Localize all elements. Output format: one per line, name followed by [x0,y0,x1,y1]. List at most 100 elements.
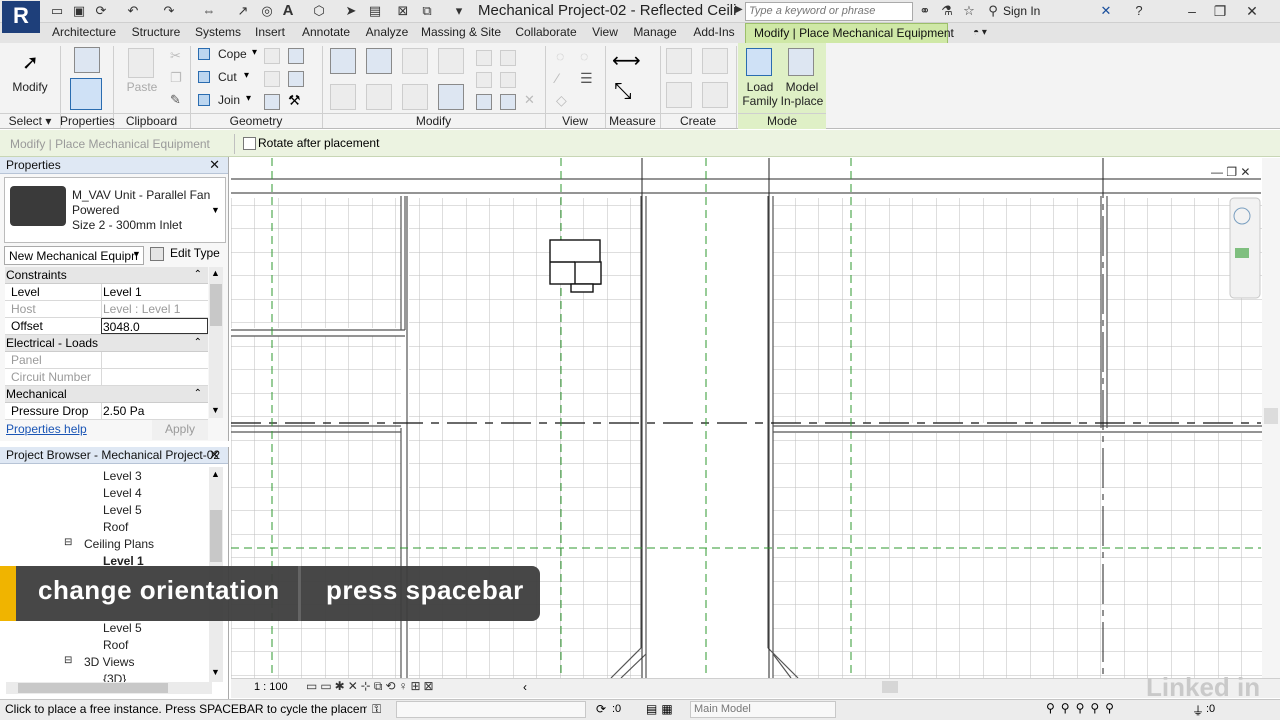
dropdown-icon[interactable]: ▾ [246,93,251,104]
subscription-icon[interactable]: ⚗ [938,2,956,20]
scroll-left-icon[interactable]: ‹ [523,680,527,694]
dimension-icon[interactable]: ↗ [234,2,252,20]
thin-lines-icon[interactable]: ▤ [366,2,384,20]
join-icon[interactable] [198,94,210,106]
editing-requests-icon[interactable]: ⟳ [596,702,606,716]
model-inplace-button[interactable]: Model In-place [780,80,824,108]
measure-icon[interactable]: ⇔ [200,2,218,20]
close-icon[interactable]: ✕ [209,157,220,173]
tab-analyze[interactable]: Analyze [362,23,412,43]
type-properties-icon[interactable] [74,47,100,73]
electrical-loads-group[interactable]: Electrical - Loads ⌃ [5,335,208,352]
dropdown-icon[interactable]: ▾ [252,47,257,58]
section-icon[interactable]: ➤ [342,2,360,20]
scroll-down-icon[interactable]: ▼ [211,405,220,415]
tag-icon[interactable]: ◎ [258,2,276,20]
tree-item[interactable]: Roof [103,520,128,534]
pressure-drop-row[interactable]: Pressure Drop 2.50 Pa [5,403,208,420]
aligned-dimension-icon[interactable]: ⤡ [614,78,632,104]
exchange-apps-icon[interactable]: ✕ [1097,2,1115,20]
design-options-icons[interactable]: ▤▦ [646,702,677,716]
property-value[interactable]: Level 1 [101,284,208,300]
customize-qat-icon[interactable]: ▾ [450,2,468,20]
zoom-icon[interactable] [1235,248,1249,258]
load-family-icon[interactable] [746,48,772,76]
filter-list-icon[interactable]: ☰ [580,70,593,87]
undo-icon[interactable]: ↶ [124,2,142,20]
properties-palette-icon[interactable] [70,78,102,110]
favorites-star-icon[interactable]: ☆ [960,2,978,20]
filter-icon[interactable]: ⏚ [1192,702,1204,719]
redo-icon[interactable]: ↷ [160,2,178,20]
edit-type-icon[interactable] [150,247,164,261]
tree-item-3d-views[interactable]: 3D Views [84,655,134,669]
modify-cursor-icon[interactable]: ➚ [22,50,39,75]
switch-windows-icon[interactable]: ⧉ [418,2,436,20]
text-icon[interactable]: A [279,2,297,20]
edit-type-button[interactable]: Edit Type [170,246,220,260]
collapse-tree-icon[interactable]: ⊟ [64,537,72,548]
application-menu-button[interactable]: R [2,1,40,33]
collapse-icon[interactable]: ⌃ [194,386,202,402]
close-hidden-icon[interactable]: ⊠ [394,2,412,20]
chevron-down-icon[interactable]: ▼ [132,249,141,259]
3d-view-icon[interactable]: ⬡ [310,2,328,20]
expand-search-icon[interactable]: ▶ [735,4,743,15]
tree-item[interactable]: Level 4 [103,486,142,500]
mechanical-group[interactable]: Mechanical ⌃ [5,386,208,403]
offset-input[interactable]: 3048.0 [101,318,208,334]
tab-modify-place-mechanical-equipment[interactable]: Modify | Place Mechanical Equipment [745,23,954,43]
help-icon[interactable]: ? [1130,2,1148,20]
view-scale[interactable]: 1 : 100 [254,681,288,693]
tab-collaborate[interactable]: Collaborate [510,23,582,43]
property-value[interactable]: 2.50 Pa [101,403,208,419]
select-panel-label[interactable]: Select ▾ [0,113,60,129]
offset-row[interactable]: Offset 3048.0 [5,318,208,335]
close-icon[interactable]: ✕ [209,447,220,463]
match-properties-icon[interactable]: ✎ [170,92,181,108]
cope-button[interactable]: Cope [218,47,247,61]
view-control-icons[interactable]: ▭▭✱✕⊹⧉⟲♀⊞⊠ [306,679,437,694]
tab-add-ins[interactable]: Add-Ins [688,23,740,43]
binoculars-icon[interactable]: ⚭ [916,2,934,20]
tree-item[interactable]: Level 5 [103,503,142,517]
join-button[interactable]: Join [218,93,240,107]
tree-item[interactable]: Roof [103,638,128,652]
model-select[interactable]: Main Model [690,701,836,718]
dropdown-icon[interactable]: ▾ [244,70,249,81]
close-window-icon[interactable]: ✕ [1240,1,1264,21]
cut-button[interactable]: Cut [218,70,237,84]
tree-item[interactable]: {3D} [103,672,126,682]
model-inplace-icon[interactable] [788,48,814,76]
sync-icon[interactable]: ⟳ [92,2,110,20]
worksets-icon[interactable]: ⚿ [372,702,381,717]
search-input[interactable]: Type a keyword or phrase [745,2,913,21]
demolish-hammer-icon[interactable]: ⚒ [288,92,301,109]
offset-icon[interactable] [366,48,392,74]
scroll-up-icon[interactable]: ▲ [211,268,220,278]
cope-icon[interactable] [198,48,210,60]
view-window-controls[interactable]: — ❐ ✕ [1211,165,1250,179]
user-icon[interactable]: ⚲ [984,2,1002,20]
scroll-down-icon[interactable]: ▼ [211,667,220,677]
join-roof-icon[interactable] [264,94,280,110]
tree-item[interactable]: Level 5 [103,621,142,635]
chevron-down-icon[interactable]: ▼ [211,205,220,215]
collapse-icon[interactable]: ⌃ [194,335,202,351]
tab-architecture[interactable]: Architecture [48,23,120,43]
vav-unit-preview[interactable] [549,239,602,293]
scroll-up-icon[interactable]: ▲ [211,469,220,479]
scrollbar-thumb[interactable] [1264,408,1278,424]
selection-filter-icons[interactable]: ⚲⚲⚲⚲⚲ [1046,701,1120,715]
measure-between-icon[interactable]: ⟷ [612,48,641,73]
sign-in-link[interactable]: Sign In [1003,4,1040,18]
wall-joins-icon[interactable] [288,48,304,64]
scrollbar-thumb[interactable] [210,510,222,562]
properties-help-link[interactable]: Properties help [6,422,87,436]
level-row[interactable]: Level Level 1 [5,284,208,301]
save-icon[interactable]: ▣ [70,2,88,20]
instance-filter-select[interactable]: New Mechanical Equipn [4,246,144,265]
constraints-group[interactable]: Constraints ⌃ [5,267,208,284]
trim-extend-icon[interactable] [438,84,464,110]
scrollbar-thumb[interactable] [210,284,222,326]
